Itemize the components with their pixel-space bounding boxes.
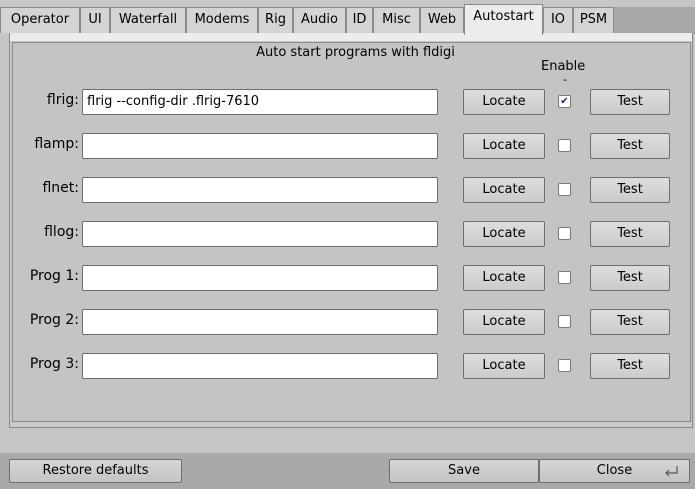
tab-rig[interactable]: Rig bbox=[258, 7, 293, 33]
flamp-locate-button[interactable]: Locate bbox=[463, 133, 545, 159]
close-button-label: Close bbox=[596, 463, 633, 478]
flnet-test-button[interactable]: Test bbox=[590, 177, 670, 203]
prog1-path-input[interactable] bbox=[82, 265, 438, 291]
flrig-enable-checkbox[interactable]: ✔ bbox=[558, 95, 571, 108]
prog2-enable-checkbox[interactable] bbox=[558, 315, 571, 328]
tab-modems[interactable]: Modems bbox=[186, 7, 258, 33]
flnet-label: flnet: bbox=[42, 180, 79, 196]
fllog-locate-button[interactable]: Locate bbox=[463, 221, 545, 247]
tab-ui[interactable]: UI bbox=[80, 7, 110, 33]
fllog-test-button[interactable]: Test bbox=[590, 221, 670, 247]
fllog-path-input[interactable] bbox=[82, 221, 438, 247]
flrig-label: flrig: bbox=[46, 92, 79, 108]
prog3-enable-checkbox[interactable] bbox=[558, 359, 571, 372]
tab-autostart[interactable]: Autostart bbox=[464, 4, 543, 35]
enable-column-dash: - bbox=[563, 73, 567, 86]
close-button[interactable]: Close bbox=[539, 459, 690, 483]
tab-io[interactable]: IO bbox=[543, 7, 573, 33]
flrig-path-input[interactable]: flrig --config-dir .flrig-7610 bbox=[82, 89, 438, 115]
tab-web[interactable]: Web bbox=[420, 7, 464, 33]
prog3-locate-button[interactable]: Locate bbox=[463, 353, 545, 379]
tab-bar: Operator UI Waterfall Modems Rig Audio I… bbox=[0, 0, 695, 35]
flnet-locate-button[interactable]: Locate bbox=[463, 177, 545, 203]
prog2-label: Prog 2: bbox=[29, 312, 79, 328]
flrig-test-button[interactable]: Test bbox=[590, 89, 670, 115]
prog2-path-input[interactable] bbox=[82, 309, 438, 335]
prog3-path-input[interactable] bbox=[82, 353, 438, 379]
flamp-enable-checkbox[interactable] bbox=[558, 139, 571, 152]
flamp-label: flamp: bbox=[34, 136, 79, 152]
tab-psm[interactable]: PSM bbox=[573, 7, 614, 33]
tab-operator[interactable]: Operator bbox=[0, 7, 80, 33]
tab-waterfall[interactable]: Waterfall bbox=[110, 7, 186, 33]
flnet-enable-checkbox[interactable] bbox=[558, 183, 571, 196]
save-button[interactable]: Save bbox=[389, 459, 539, 483]
enable-column-label: Enable bbox=[541, 59, 586, 74]
panel-top-strip bbox=[9, 33, 693, 41]
tab-misc[interactable]: Misc bbox=[373, 7, 420, 33]
restore-defaults-button[interactable]: Restore defaults bbox=[9, 459, 182, 483]
flnet-path-input[interactable] bbox=[82, 177, 438, 203]
prog2-test-button[interactable]: Test bbox=[590, 309, 670, 335]
prog1-label: Prog 1: bbox=[29, 268, 79, 284]
tab-id[interactable]: ID bbox=[346, 7, 373, 33]
prog1-enable-checkbox[interactable] bbox=[558, 271, 571, 284]
flamp-test-button[interactable]: Test bbox=[590, 133, 670, 159]
tab-audio[interactable]: Audio bbox=[293, 7, 346, 33]
prog1-locate-button[interactable]: Locate bbox=[463, 265, 545, 291]
flamp-path-input[interactable] bbox=[82, 133, 438, 159]
checkmark-icon: ✔ bbox=[560, 96, 569, 107]
group-heading: Auto start programs with fldigi bbox=[256, 45, 455, 60]
tab-bar-filler bbox=[614, 7, 695, 34]
fllog-enable-checkbox[interactable] bbox=[558, 227, 571, 240]
status-strip bbox=[0, 429, 695, 453]
prog3-test-button[interactable]: Test bbox=[590, 353, 670, 379]
prog3-label: Prog 3: bbox=[29, 356, 79, 372]
prog1-test-button[interactable]: Test bbox=[590, 265, 670, 291]
fllog-label: fllog: bbox=[44, 224, 79, 240]
return-arrow-icon bbox=[665, 466, 678, 477]
prog2-locate-button[interactable]: Locate bbox=[463, 309, 545, 335]
flrig-locate-button[interactable]: Locate bbox=[463, 89, 545, 115]
